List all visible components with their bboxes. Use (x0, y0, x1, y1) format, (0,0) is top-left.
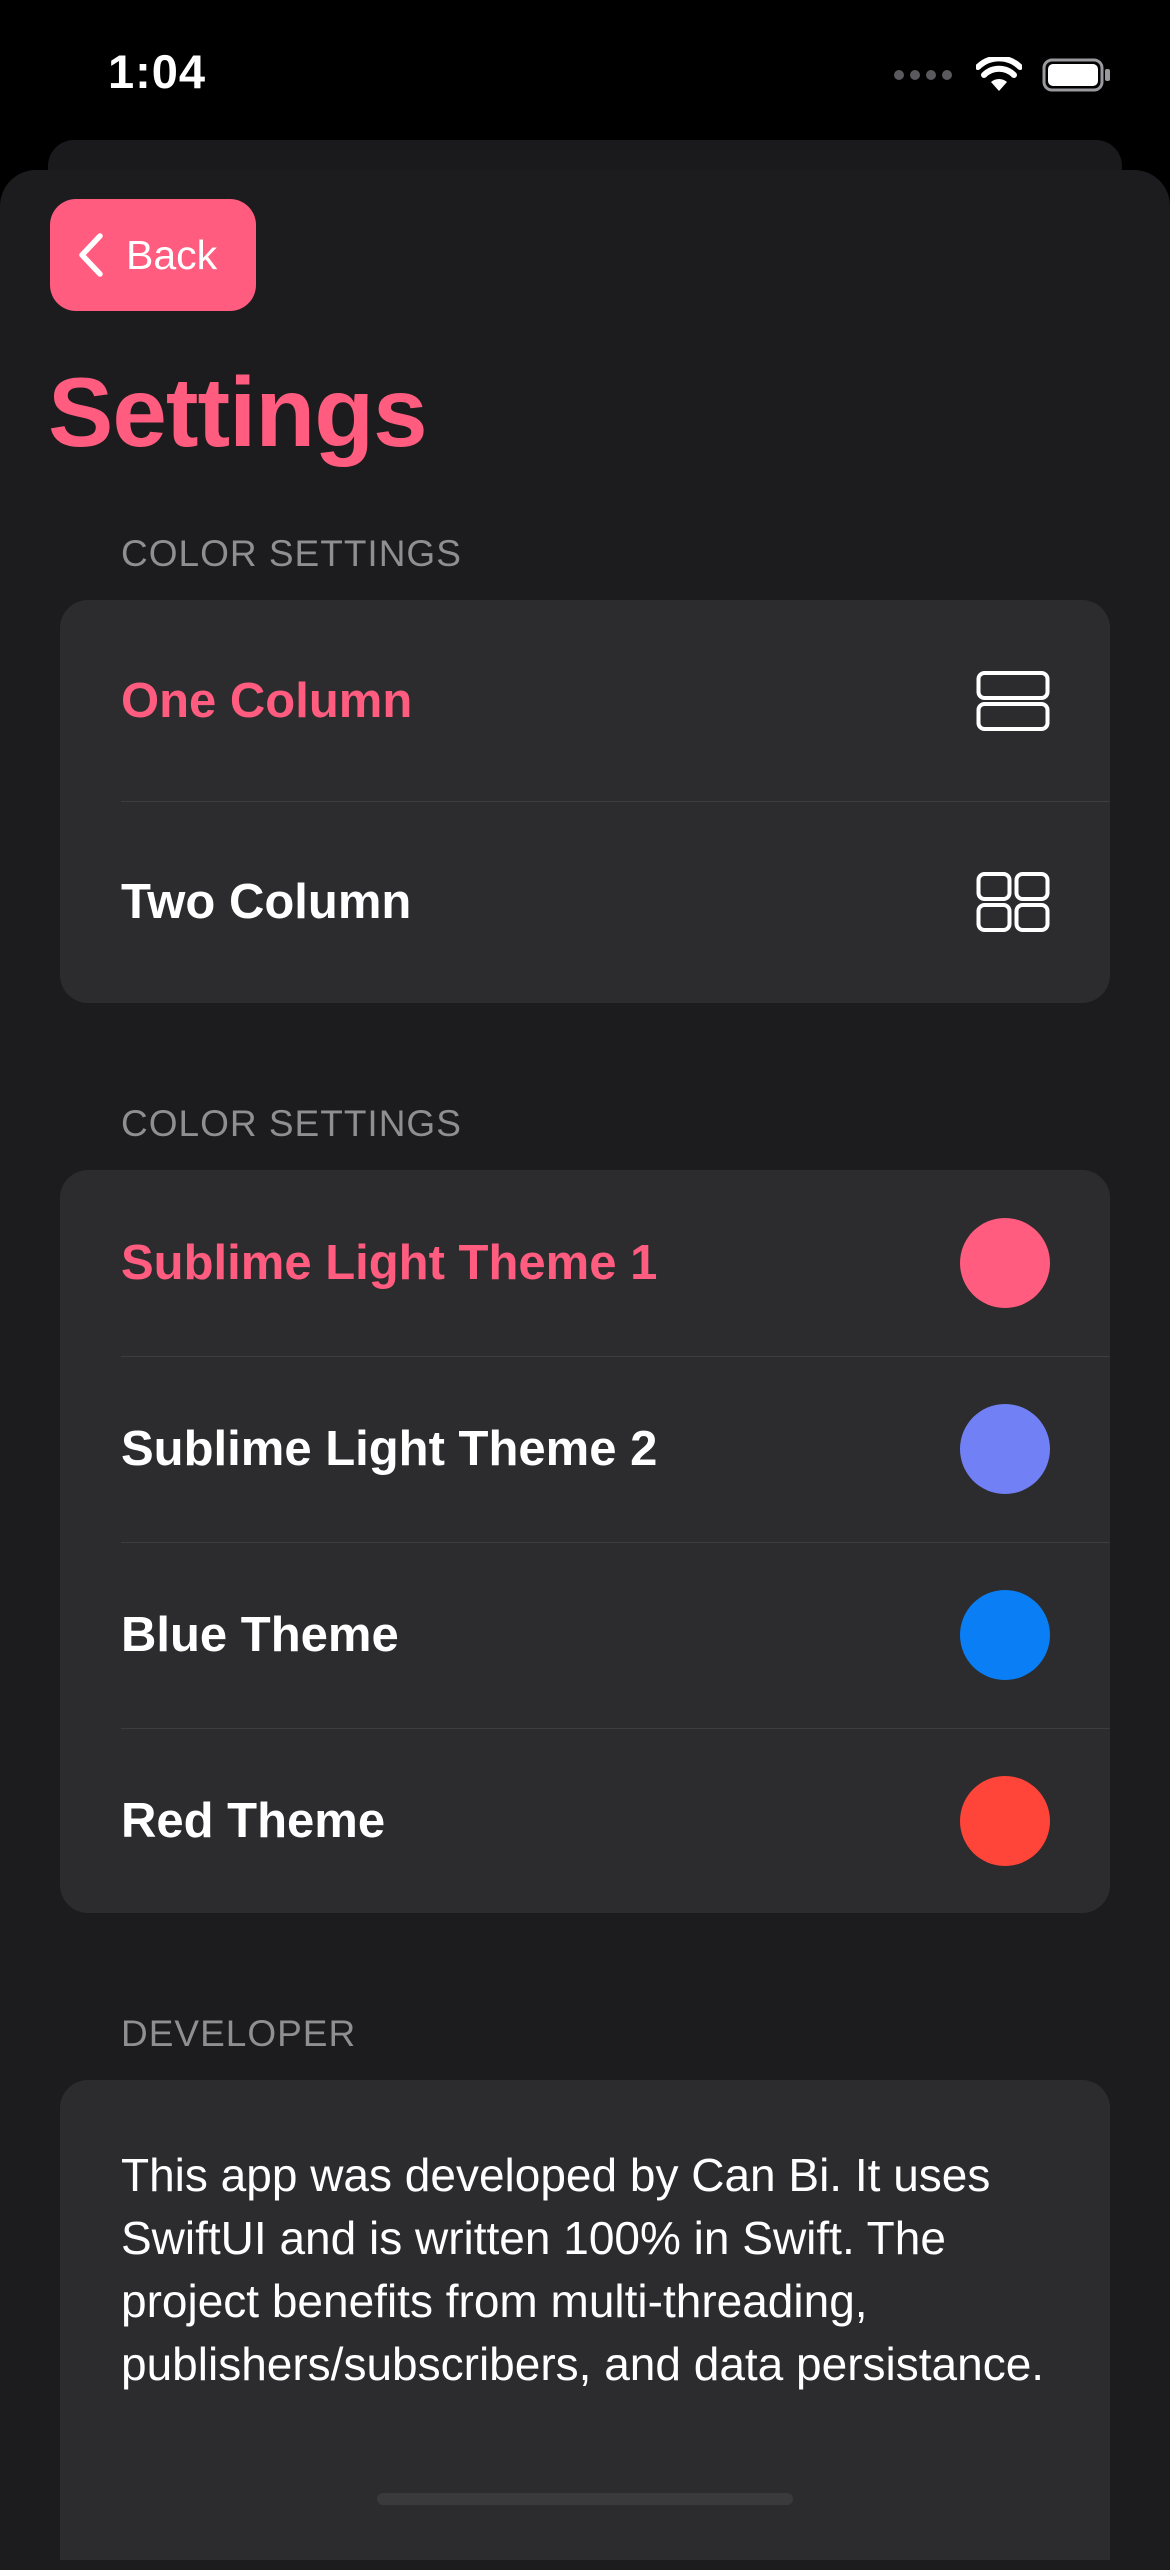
color-swatch (960, 1404, 1050, 1494)
theme-option-label: Blue Theme (121, 1608, 399, 1662)
layout-option-two-column[interactable]: Two Column (60, 801, 1110, 1003)
layout-option-one-column[interactable]: One Column (60, 600, 1110, 801)
theme-option-label: Sublime Light Theme 2 (121, 1422, 658, 1476)
section-header-layout: COLOR SETTINGS (121, 533, 462, 574)
layout-settings-card: One Column Two Column (60, 600, 1110, 1003)
color-swatch (960, 1775, 1050, 1866)
status-time: 1:04 (108, 45, 207, 98)
home-indicator (377, 2493, 793, 2505)
theme-option-sublime-light-2[interactable]: Sublime Light Theme 2 (60, 1356, 1110, 1542)
page-title: Settings (48, 357, 428, 467)
section-header-developer: DEVELOPER (121, 2013, 357, 2054)
battery-icon (1042, 58, 1110, 92)
status-bar: 1:04 (0, 0, 1170, 150)
theme-option-blue[interactable]: Blue Theme (60, 1542, 1110, 1728)
two-column-grid-icon (976, 872, 1050, 932)
one-column-layout-icon (976, 670, 1050, 731)
theme-option-label: Red Theme (121, 1793, 386, 1848)
theme-option-label: Sublime Light Theme 1 (121, 1236, 658, 1290)
back-button[interactable]: Back (50, 199, 256, 311)
wifi-icon (976, 57, 1022, 91)
layout-option-label: One Column (121, 673, 413, 728)
status-indicators (894, 50, 1112, 100)
developer-description: This app was developed by Can Bi. It use… (121, 2149, 1045, 2390)
back-button-label: Back (126, 231, 218, 278)
layout-option-label: Two Column (121, 875, 412, 929)
cellular-signal-icon (894, 70, 952, 80)
theme-option-red[interactable]: Red Theme (60, 1728, 1110, 1913)
color-swatch (960, 1218, 1050, 1308)
color-swatch (960, 1590, 1050, 1680)
section-header-colors: COLOR SETTINGS (121, 1103, 462, 1144)
chevron-left-icon (79, 233, 103, 277)
developer-card: This app was developed by Can Bi. It use… (60, 2080, 1110, 2560)
color-settings-card: Sublime Light Theme 1 Sublime Light Them… (60, 1170, 1110, 1913)
theme-option-sublime-light-1[interactable]: Sublime Light Theme 1 (60, 1170, 1110, 1356)
